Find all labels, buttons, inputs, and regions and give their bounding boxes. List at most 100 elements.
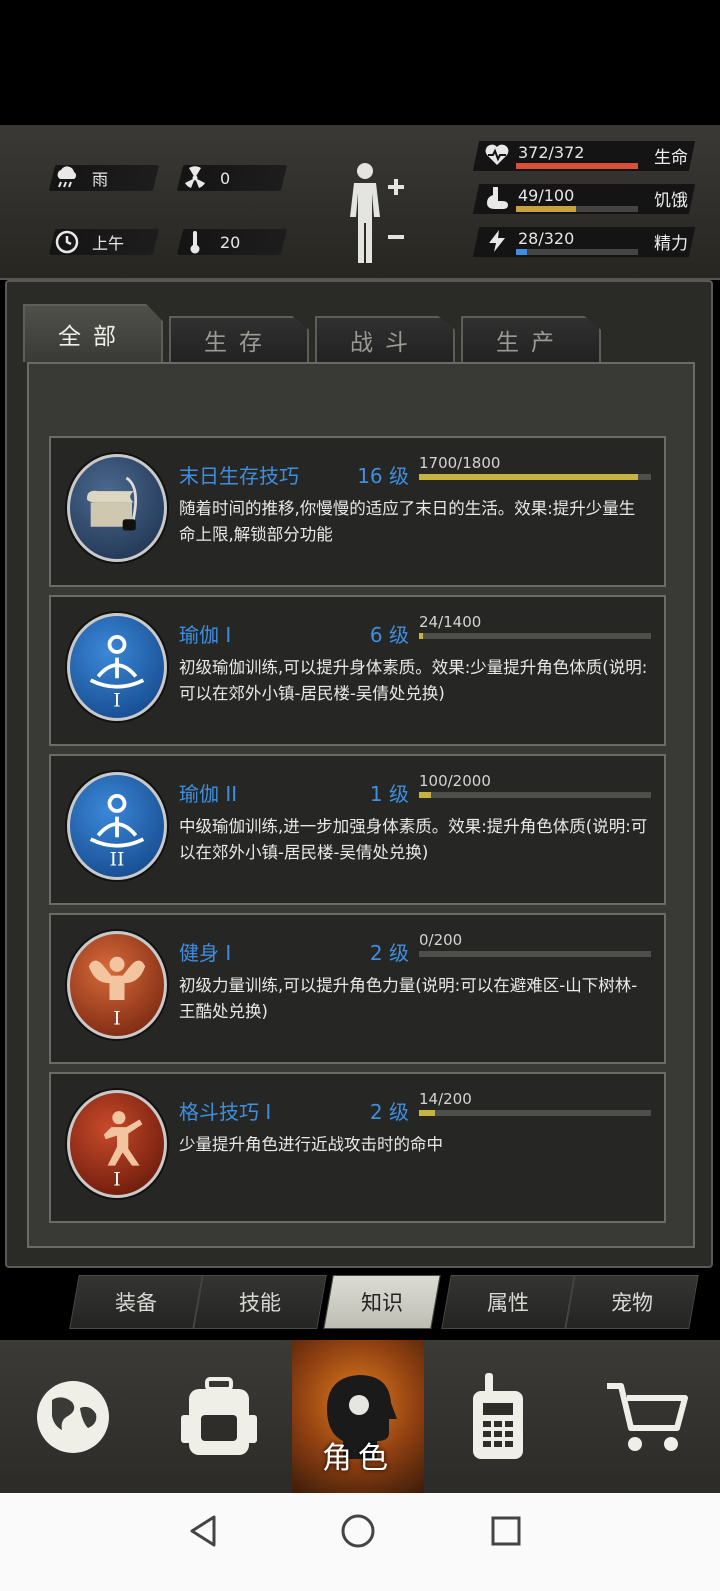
skill-description: 中级瑜伽训练,进一步加强身体素质。效果:提升角色体质(说明:可以在郊外小镇-居民…: [179, 817, 648, 862]
stat-bar-fill: [516, 163, 638, 169]
time-text: 上午: [92, 234, 125, 253]
character-label: 角色: [322, 1441, 394, 1476]
subnav-attributes[interactable]: 属性: [441, 1275, 575, 1329]
energy-icon: [484, 228, 510, 254]
skill-progress-fill: [419, 474, 638, 480]
skill-title: 格斗技巧 I: [179, 1100, 272, 1124]
martial-arts-i-icon: I: [67, 1090, 167, 1198]
stat-bar-fill: [516, 249, 527, 255]
fitness-i-icon: I: [67, 931, 167, 1039]
stomach-icon: [484, 185, 510, 211]
skill-progress-fill: [419, 633, 423, 639]
radiation-pill: 0: [176, 165, 288, 191]
skill-title: 瑜伽 I: [179, 623, 232, 647]
skill-title: 瑜伽 II: [179, 782, 238, 806]
skill-progress-text: 1700/1800: [419, 454, 501, 472]
game-screen: { "status": { "weather": "雨", "radiation…: [0, 0, 720, 1591]
yoga-i-icon: I: [67, 613, 167, 721]
skill-level: 2 级: [369, 941, 409, 965]
backpack-icon: [181, 1376, 257, 1455]
body-status-button[interactable]: [340, 159, 416, 267]
walkie-talkie-icon: [473, 1372, 523, 1459]
skill-list[interactable]: 末日生存技巧 16 级 1700/1800 随着时间的推移,你慢慢的适应了末日的生活。…: [27, 362, 695, 1248]
skill-description: 少量提升角色进行近战攻击时的命中: [179, 1135, 443, 1154]
stat-value: 372/372: [518, 143, 585, 162]
svg-text:II: II: [110, 849, 125, 870]
shopping-cart-icon: [607, 1382, 688, 1451]
temperature-pill: 20: [176, 229, 288, 255]
knowledge-panel: 全部 生存 战斗 生产 末日生存技巧 16 级 1700/1800 随着时间的推移,你…: [5, 280, 713, 1268]
radiation-value: 0: [220, 168, 231, 188]
svg-text:I: I: [113, 1008, 120, 1029]
stat-bar: [516, 206, 638, 212]
tab-combat[interactable]: 战斗: [315, 316, 455, 362]
skill-progress-fill: [419, 1110, 436, 1116]
stat-bar: [516, 163, 638, 169]
skill-progress-text: 0/200: [419, 931, 463, 949]
rain-cloud-icon: [52, 165, 82, 191]
subnav-knowledge[interactable]: 知识: [323, 1275, 441, 1329]
skill-description: 随着时间的推移,你慢慢的适应了末日的生活。效果:提升少量生命上限,解锁部分功能: [179, 499, 636, 544]
skill-card[interactable]: I 健身 I 2 级 0/200 初级力量训练,可以提升角色力量(说明:可以在避难区-山…: [49, 913, 666, 1064]
human-body-icon: [350, 163, 404, 263]
stat-label: 精力: [654, 234, 688, 254]
stat-label: 饥饿: [654, 191, 688, 211]
skill-progress-bar: [419, 474, 651, 480]
nav-backpack[interactable]: [146, 1340, 292, 1493]
svg-text:I: I: [113, 690, 120, 711]
clock-icon: [52, 229, 82, 255]
globe-icon: [37, 1380, 109, 1453]
skill-card[interactable]: I 格斗技巧 I 2 级 14/200 少量提升角色进行近战攻击时的命中: [49, 1072, 666, 1223]
weather-text: 雨: [92, 170, 109, 189]
skill-title: 健身 I: [179, 941, 232, 965]
skill-level: 6 级: [369, 623, 409, 647]
stat-label: 生命: [654, 148, 688, 168]
skill-progress-text: 100/2000: [419, 772, 491, 790]
skill-level: 1 级: [369, 782, 409, 806]
bottom-navigation: 角色: [0, 1340, 720, 1493]
weather-pill: 雨: [48, 165, 160, 191]
temperature-value: 20: [220, 232, 241, 252]
back-icon[interactable]: [186, 1513, 222, 1549]
heart-pulse-icon: [484, 142, 510, 168]
subnav-equipment[interactable]: 装备: [69, 1275, 203, 1329]
subnav-pets[interactable]: 宠物: [565, 1275, 699, 1329]
skill-card[interactable]: II 瑜伽 II 1 级 100/2000 中级瑜伽训练,进一步加强身体素质。效果:提升…: [49, 754, 666, 905]
skill-card[interactable]: 末日生存技巧 16 级 1700/1800 随着时间的推移,你慢慢的适应了末日的生活。…: [49, 436, 666, 587]
svg-text:I: I: [113, 1169, 120, 1190]
skill-progress-bar: [419, 633, 651, 639]
stat-row: 372/372 生命: [472, 139, 706, 173]
stat-bar: [516, 249, 638, 255]
nav-character[interactable]: 角色: [292, 1340, 424, 1493]
stat-row: 28/320 精力: [472, 225, 706, 259]
skill-progress-bar: [419, 1110, 651, 1116]
nav-world-map[interactable]: [0, 1340, 146, 1493]
stat-value: 49/100: [518, 186, 575, 205]
skill-progress-fill: [419, 792, 431, 798]
tab-survival[interactable]: 生存: [169, 316, 309, 362]
stat-value: 28/320: [518, 229, 575, 248]
system-navigation-bar: [0, 1493, 720, 1591]
sub-navigation: 装备 技能 知识 属性 宠物: [69, 1275, 704, 1329]
scroll-quill-icon: [67, 454, 167, 562]
status-bar: 雨 0 上午 20 372/372 生命 49/100 饥饿 28/320 精力: [0, 125, 720, 280]
skill-progress-bar: [419, 951, 651, 957]
thermometer-icon: [180, 229, 210, 255]
skill-description: 初级力量训练,可以提升角色力量(说明:可以在避难区-山下树林-王酷处兑换): [179, 976, 638, 1021]
skill-card[interactable]: I 瑜伽 I 6 级 24/1400 初级瑜伽训练,可以提升身体素质。效果:少量提升角色…: [49, 595, 666, 746]
time-pill: 上午: [48, 229, 160, 255]
nav-shop[interactable]: [574, 1340, 720, 1493]
home-icon[interactable]: [340, 1513, 376, 1549]
skill-progress-text: 24/1400: [419, 613, 482, 631]
stat-row: 49/100 饥饿: [472, 182, 706, 216]
tab-all[interactable]: 全部: [23, 304, 163, 362]
recents-icon[interactable]: [490, 1515, 522, 1547]
radiation-icon: [180, 165, 210, 191]
skill-level: 2 级: [369, 1100, 409, 1124]
skill-progress-text: 14/200: [419, 1090, 472, 1108]
subnav-skills[interactable]: 技能: [193, 1275, 327, 1329]
skill-level: 16 级: [357, 464, 409, 488]
skill-progress-bar: [419, 792, 651, 798]
nav-radio[interactable]: [424, 1340, 574, 1493]
tab-production[interactable]: 生产: [461, 316, 601, 362]
